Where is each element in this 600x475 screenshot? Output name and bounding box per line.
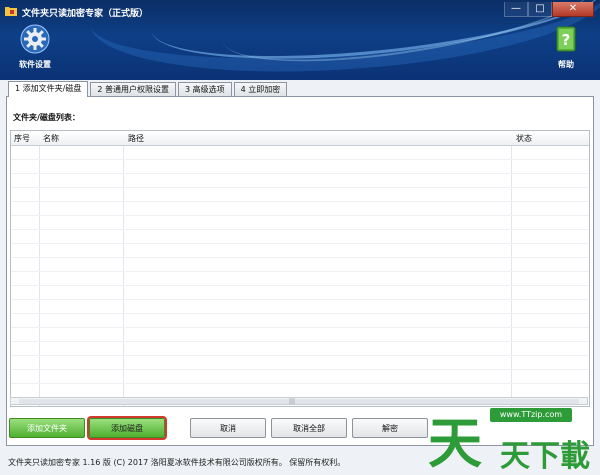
tab-add-folder-disk[interactable]: 1 添加文件夹/磁盘 xyxy=(8,81,89,97)
column-header-status[interactable]: 状态 xyxy=(516,133,532,144)
status-bar: 文件夹只读加密专家 1.16 版 (C) 2017 洛阳夏冰软件技术有限公司版权… xyxy=(8,458,346,467)
settings-button[interactable]: 软件设置 xyxy=(14,24,56,70)
row-divider xyxy=(11,257,589,258)
tab-bar: 1 添加文件夹/磁盘 2 普通用户权限设置 3 高级选项 4 立即加密 xyxy=(8,81,289,97)
column-header-path[interactable]: 路径 xyxy=(128,133,144,144)
cancel-button[interactable]: 取消 xyxy=(190,418,266,438)
row-divider xyxy=(11,243,589,244)
list-label: 文件夹/磁盘列表： xyxy=(13,113,80,122)
close-button[interactable]: ✕ xyxy=(552,2,594,17)
folder-lock-app-icon xyxy=(5,7,17,16)
column-header-name[interactable]: 名称 xyxy=(43,133,59,144)
scrollbar-grip-icon: ||| xyxy=(289,398,296,405)
help-label: 帮助 xyxy=(558,60,574,69)
row-divider xyxy=(11,173,589,174)
row-divider xyxy=(11,201,589,202)
row-divider xyxy=(11,383,589,384)
row-divider xyxy=(11,187,589,188)
row-divider xyxy=(11,341,589,342)
tab-encrypt-now[interactable]: 4 立即加密 xyxy=(233,82,288,96)
window-controls: — □ ✕ xyxy=(504,2,594,17)
row-divider xyxy=(11,215,589,216)
gear-icon xyxy=(20,24,50,54)
svg-text:天下載: 天下載 xyxy=(500,439,590,474)
watermark-url: www.TTzip.com xyxy=(490,408,572,422)
svg-text:?: ? xyxy=(562,31,571,49)
row-divider xyxy=(11,159,589,160)
tab-advanced-options[interactable]: 3 高级选项 xyxy=(177,82,232,96)
decrypt-button[interactable]: 解密 xyxy=(352,418,428,438)
help-button[interactable]: ? 帮助 xyxy=(546,24,586,70)
help-book-icon: ? xyxy=(556,26,576,52)
table-header: 序号 名称 路径 状态 xyxy=(11,131,589,146)
add-folder-button[interactable]: 添加文件夹 xyxy=(9,418,85,438)
row-divider xyxy=(11,271,589,272)
add-disk-button[interactable]: 添加磁盘 xyxy=(87,416,167,440)
tab-panel: 文件夹/磁盘列表： 序号 名称 路径 状态 ||| xyxy=(6,96,594,446)
tab-user-permissions[interactable]: 2 普通用户权限设置 xyxy=(90,82,176,96)
title-header: 文件夹只读加密专家（正式版） — □ ✕ 软件设置 ? 帮助 xyxy=(0,0,600,80)
column-header-index[interactable]: 序号 xyxy=(14,133,30,144)
svg-text:天: 天 xyxy=(428,412,482,475)
row-divider xyxy=(11,285,589,286)
minimize-button[interactable]: — xyxy=(504,2,528,17)
folder-list-table[interactable]: 序号 名称 路径 状态 xyxy=(10,130,590,407)
maximize-button[interactable]: □ xyxy=(528,2,552,17)
settings-label: 软件设置 xyxy=(19,60,51,69)
row-divider xyxy=(11,313,589,314)
window-title: 文件夹只读加密专家（正式版） xyxy=(22,9,149,19)
row-divider xyxy=(11,355,589,356)
row-divider xyxy=(11,327,589,328)
row-divider xyxy=(11,369,589,370)
row-divider xyxy=(11,229,589,230)
row-divider xyxy=(11,299,589,300)
cancel-all-button[interactable]: 取消全部 xyxy=(271,418,347,438)
